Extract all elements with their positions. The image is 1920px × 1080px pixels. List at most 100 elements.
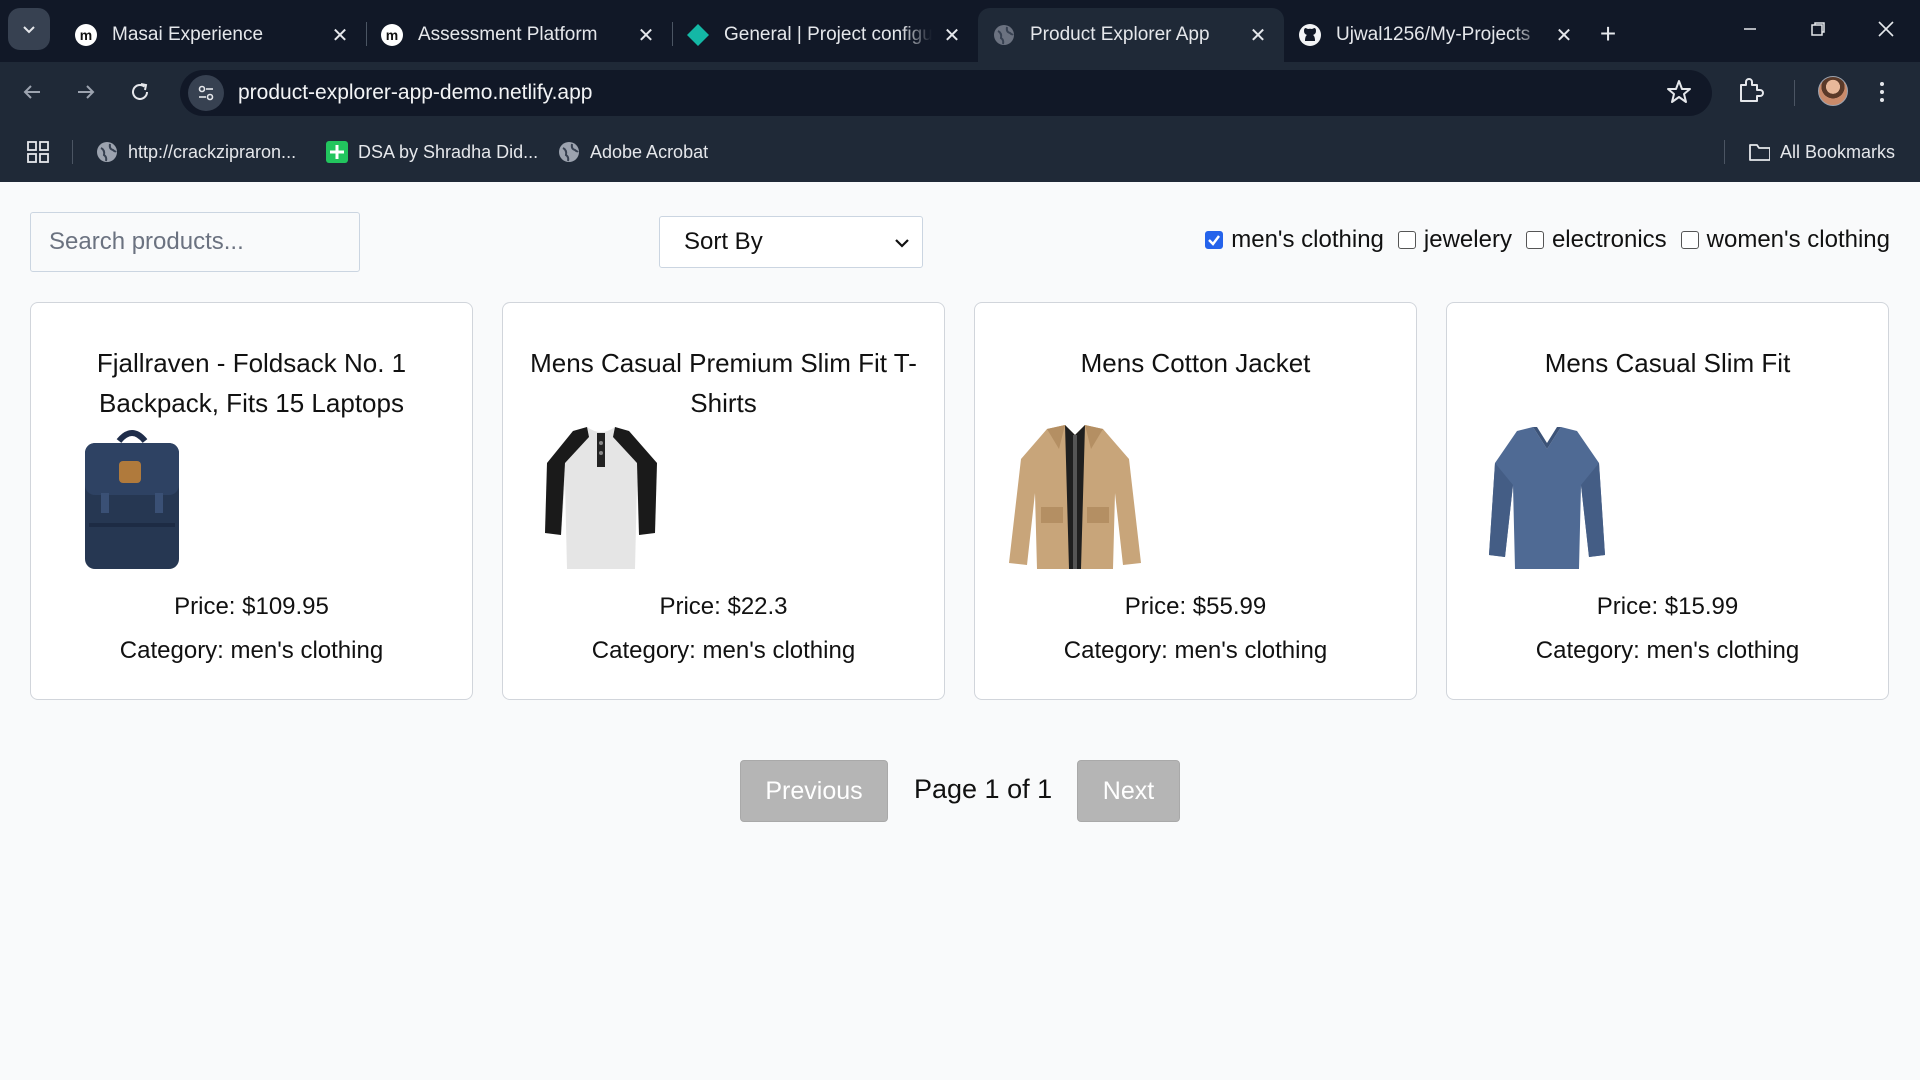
profile-avatar[interactable]: [1818, 76, 1848, 106]
tab-assessment-platform[interactable]: m Assessment Platform ✕: [366, 8, 672, 62]
browser-chrome: m Masai Experience ✕ m Assessment Platfo…: [0, 0, 1920, 182]
all-bookmarks-label: All Bookmarks: [1780, 141, 1896, 162]
product-card[interactable]: Mens Cotton Jacket Price: $55.99 Categor…: [974, 302, 1417, 700]
filter-label: jewelery: [1423, 226, 1512, 253]
bookmark-star-icon[interactable]: [1666, 79, 1692, 110]
sort-select-value: Sort By: [684, 228, 763, 255]
tab-strip: m Masai Experience ✕ m Assessment Platfo…: [0, 0, 1920, 62]
filter-jewelery[interactable]: jewelery: [1397, 226, 1512, 254]
filter-checkbox[interactable]: [1205, 231, 1224, 249]
product-price: Price: $55.99: [1124, 593, 1267, 620]
product-category: Category: men's clothing: [1535, 637, 1800, 664]
product-image-tshirt: [543, 423, 693, 573]
next-button[interactable]: Next: [1077, 760, 1180, 822]
tab-title: General | Project configu: [724, 24, 932, 45]
close-window-button[interactable]: [1852, 0, 1920, 58]
tab-project-configuration[interactable]: General | Project configu ✕: [672, 8, 978, 62]
arrow-right-icon: [78, 85, 95, 99]
chevron-down-icon: [23, 26, 35, 34]
filter-mens-clothing[interactable]: men's clothing: [1205, 226, 1384, 254]
sort-select[interactable]: Sort By: [659, 216, 923, 268]
bookmark-label: http://crackzipraron...: [128, 141, 297, 162]
product-category: Category: men's clothing: [591, 637, 856, 664]
bookmark-item-crackzip[interactable]: http://crackzipraron...: [96, 138, 296, 166]
product-image-jacket: [1007, 423, 1157, 573]
search-input[interactable]: [30, 212, 360, 272]
chevron-down-icon: [895, 239, 909, 248]
bookmark-label: Adobe Acrobat: [590, 141, 709, 162]
browser-toolbar: product-explorer-app-demo.netlify.app: [0, 62, 1920, 122]
filter-womens-clothing[interactable]: women's clothing: [1680, 226, 1890, 254]
product-card[interactable]: Mens Casual Slim Fit Price: $15.99 Categ…: [1446, 302, 1889, 700]
close-icon[interactable]: ✕: [328, 23, 352, 47]
all-bookmarks-button[interactable]: All Bookmarks: [1748, 138, 1895, 166]
tab-github-projects[interactable]: Ujwal1256/My-Projects ✕: [1284, 8, 1590, 62]
category-filters: men's clothing jewelery electronics wome…: [1191, 226, 1890, 254]
masai-icon: m: [74, 23, 98, 47]
tab-title: Product Explorer App: [1030, 24, 1210, 45]
globe-icon: [96, 141, 118, 163]
close-icon[interactable]: ✕: [940, 23, 964, 47]
bookmarks-divider: [1724, 140, 1725, 164]
product-title: Mens Casual Slim Fit: [1544, 348, 1791, 378]
reload-button[interactable]: [120, 72, 160, 112]
product-title: Mens Cotton Jacket: [1080, 348, 1311, 378]
close-icon[interactable]: ✕: [1246, 23, 1270, 47]
close-icon[interactable]: ✕: [1552, 23, 1576, 47]
product-price: Price: $15.99: [1596, 593, 1739, 620]
bookmark-label: DSA by Shradha Did...: [358, 141, 539, 162]
tab-product-explorer[interactable]: Product Explorer App ✕: [978, 8, 1284, 62]
page-content: Sort By men's clothing jewelery electron…: [0, 182, 1920, 1080]
product-card[interactable]: Mens Casual Premium Slim Fit T-Shirts Pr…: [502, 302, 945, 700]
browser-menu-button[interactable]: [1872, 76, 1892, 108]
diamond-icon: [686, 23, 710, 47]
bookmark-item-dsa[interactable]: DSA by Shradha Did...: [326, 138, 538, 166]
svg-text:m: m: [386, 27, 398, 43]
filter-checkbox[interactable]: [1680, 231, 1699, 249]
filter-label: women's clothing: [1706, 226, 1890, 253]
tab-masai-experience[interactable]: m Masai Experience ✕: [60, 8, 366, 62]
filter-checkbox[interactable]: [1525, 231, 1544, 249]
close-icon[interactable]: ✕: [634, 23, 658, 47]
globe-icon: [992, 23, 1016, 47]
pagination: Previous Page 1 of 1 Next: [0, 760, 1920, 822]
product-title: Mens Casual Premium Slim Fit T-Shirts: [530, 348, 917, 418]
tab-title: Assessment Platform: [418, 24, 598, 45]
masai-icon: m: [380, 23, 404, 47]
tab-search-button[interactable]: [8, 8, 50, 50]
product-category: Category: men's clothing: [1063, 637, 1328, 664]
filter-electronics[interactable]: electronics: [1525, 226, 1667, 254]
site-info-icon[interactable]: [188, 75, 224, 111]
tab-title: Ujwal1256/My-Projects: [1336, 24, 1531, 45]
bookmarks-bar: http://crackzipraron... DSA by Shradha D…: [0, 122, 1920, 182]
product-image-backpack: [79, 423, 229, 573]
arrow-left-icon: [23, 85, 40, 99]
minimize-button[interactable]: [1716, 0, 1784, 58]
filter-checkbox[interactable]: [1397, 231, 1416, 249]
product-category: Category: men's clothing: [119, 637, 384, 664]
product-price: Price: $22.3: [659, 593, 788, 620]
folder-icon: [1748, 141, 1770, 163]
apps-grid-icon[interactable]: [26, 138, 50, 166]
toolbar-divider: [1794, 80, 1795, 106]
extensions-icon[interactable]: [1736, 76, 1764, 109]
tab-title: Masai Experience: [112, 24, 264, 45]
new-tab-button[interactable]: +: [1590, 16, 1626, 52]
previous-button[interactable]: Previous: [740, 760, 888, 822]
svg-text:m: m: [80, 27, 92, 43]
address-bar[interactable]: product-explorer-app-demo.netlify.app: [180, 70, 1712, 116]
product-controls: Sort By men's clothing jewelery electron…: [30, 212, 1890, 272]
bookmarks-divider: [72, 140, 73, 164]
restore-button[interactable]: [1784, 0, 1852, 58]
product-price: Price: $109.95: [174, 593, 329, 620]
reload-icon: [132, 83, 148, 100]
github-icon: [1298, 23, 1322, 47]
green-plus-icon: [326, 141, 348, 163]
back-button[interactable]: [12, 72, 52, 112]
forward-button[interactable]: [66, 72, 106, 112]
bookmark-item-adobe[interactable]: Adobe Acrobat: [558, 138, 708, 166]
product-card[interactable]: Fjallraven - Foldsack No. 1 Backpack, Fi…: [30, 302, 473, 700]
page-indicator: Page 1 of 1: [914, 774, 1053, 804]
product-image-longsleeve: [1487, 423, 1637, 573]
filter-label: men's clothing: [1231, 226, 1384, 253]
